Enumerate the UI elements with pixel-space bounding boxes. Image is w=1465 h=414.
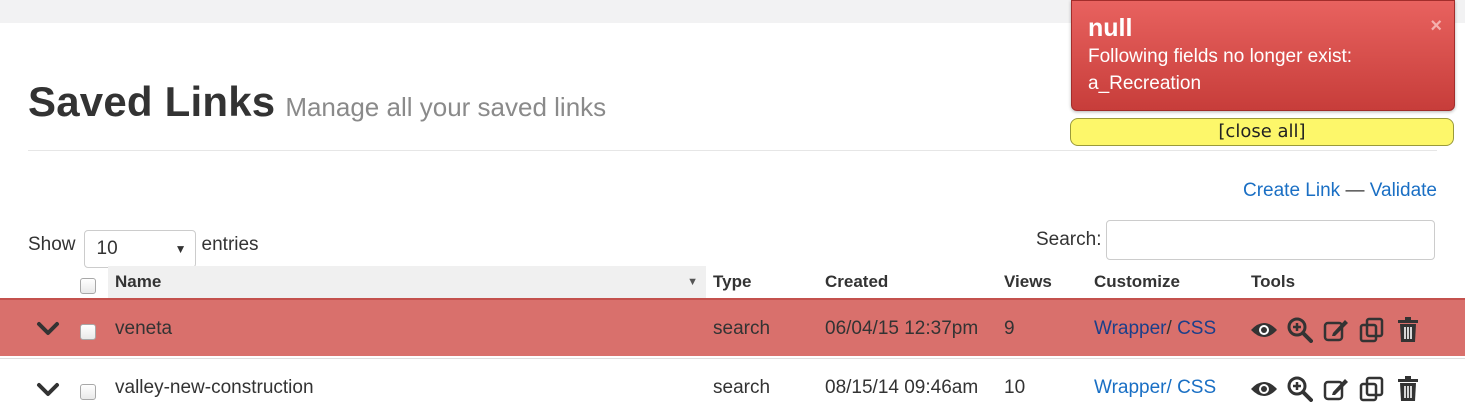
row-checkbox[interactable] bbox=[80, 324, 96, 340]
select-all-checkbox[interactable] bbox=[80, 278, 96, 294]
row-name: veneta bbox=[115, 318, 173, 339]
row-type: search bbox=[713, 318, 771, 339]
column-header-created[interactable]: Created bbox=[825, 266, 888, 298]
edit-icon[interactable] bbox=[1322, 316, 1350, 344]
actions-separator: — bbox=[1345, 180, 1365, 201]
page-length-select[interactable]: 10 ▼ bbox=[83, 230, 196, 268]
notification-field: a_Recreation bbox=[1088, 73, 1202, 94]
column-header-views[interactable]: Views bbox=[1004, 266, 1052, 298]
page-length-control: Show 10 ▼ entries bbox=[28, 226, 259, 268]
column-header-type[interactable]: Type bbox=[713, 266, 751, 298]
page-subtitle: Manage all your saved links bbox=[285, 92, 607, 122]
validate-link[interactable]: Validate bbox=[1370, 180, 1437, 201]
css-link[interactable]: CSS bbox=[1177, 318, 1216, 339]
sort-desc-icon: ▼ bbox=[687, 276, 698, 288]
trash-icon[interactable] bbox=[1394, 375, 1422, 403]
create-link-button[interactable]: Create Link bbox=[1243, 180, 1340, 201]
close-icon[interactable]: × bbox=[1430, 15, 1442, 38]
chevron-down-icon[interactable] bbox=[36, 380, 60, 400]
chevron-down-icon[interactable] bbox=[36, 319, 60, 339]
table-search: Search: bbox=[1036, 220, 1436, 260]
row-checkbox[interactable] bbox=[80, 384, 96, 400]
row-customize: Wrapper/ CSS bbox=[1094, 377, 1217, 398]
column-header-customize: Customize bbox=[1094, 272, 1180, 291]
notification-message: Following fields no longer exist: bbox=[1088, 46, 1353, 67]
wrapper-link[interactable]: Wrapper bbox=[1094, 377, 1167, 398]
page-length-value: 10 bbox=[96, 238, 118, 259]
eye-icon[interactable] bbox=[1250, 316, 1278, 344]
eye-icon[interactable] bbox=[1250, 375, 1278, 403]
column-header-tools: Tools bbox=[1251, 272, 1296, 291]
page-title: Saved Links bbox=[28, 78, 276, 125]
caret-down-icon: ▼ bbox=[174, 242, 187, 256]
row-name: valley-new-construction bbox=[115, 377, 314, 398]
header-actions: Create Link — Validate bbox=[1243, 180, 1437, 202]
close-all-button[interactable]: [close all] bbox=[1070, 118, 1454, 146]
search-input[interactable] bbox=[1106, 220, 1436, 260]
row-created: 06/04/15 12:37pm bbox=[825, 318, 979, 339]
row-created: 08/15/14 09:46am bbox=[825, 377, 979, 398]
entries-label: entries bbox=[201, 234, 259, 255]
row-type: search bbox=[713, 377, 771, 398]
table-row[interactable]: veneta search 06/04/15 12:37pm 9 Wrapper… bbox=[0, 298, 1465, 356]
column-header-name[interactable]: Name ▼ bbox=[108, 266, 706, 298]
show-label: Show bbox=[28, 234, 76, 255]
search-label: Search: bbox=[1036, 229, 1102, 250]
edit-icon[interactable] bbox=[1322, 375, 1350, 403]
row-views: 9 bbox=[1004, 318, 1015, 339]
row-tools bbox=[1250, 375, 1422, 403]
wrapper-link[interactable]: Wrapper bbox=[1094, 318, 1167, 339]
row-tools bbox=[1250, 316, 1422, 344]
zoom-in-icon[interactable] bbox=[1286, 375, 1314, 403]
error-notification: null Following fields no longer exist: a… bbox=[1071, 0, 1455, 111]
notification-title: null bbox=[1088, 14, 1133, 42]
copy-icon[interactable] bbox=[1358, 316, 1386, 344]
trash-icon[interactable] bbox=[1394, 316, 1422, 344]
row-views: 10 bbox=[1004, 377, 1026, 398]
zoom-in-icon[interactable] bbox=[1286, 316, 1314, 344]
table-row[interactable]: valley-new-construction search 08/15/14 … bbox=[0, 358, 1465, 414]
page-header: Saved Links Manage all your saved links bbox=[28, 78, 606, 126]
header-divider bbox=[28, 150, 1437, 151]
css-link[interactable]: CSS bbox=[1177, 377, 1216, 398]
copy-icon[interactable] bbox=[1358, 375, 1386, 403]
table-header: Name ▼ Type Created Views Customize Tool… bbox=[28, 266, 1437, 298]
row-customize: Wrapper/ CSS bbox=[1094, 318, 1217, 339]
